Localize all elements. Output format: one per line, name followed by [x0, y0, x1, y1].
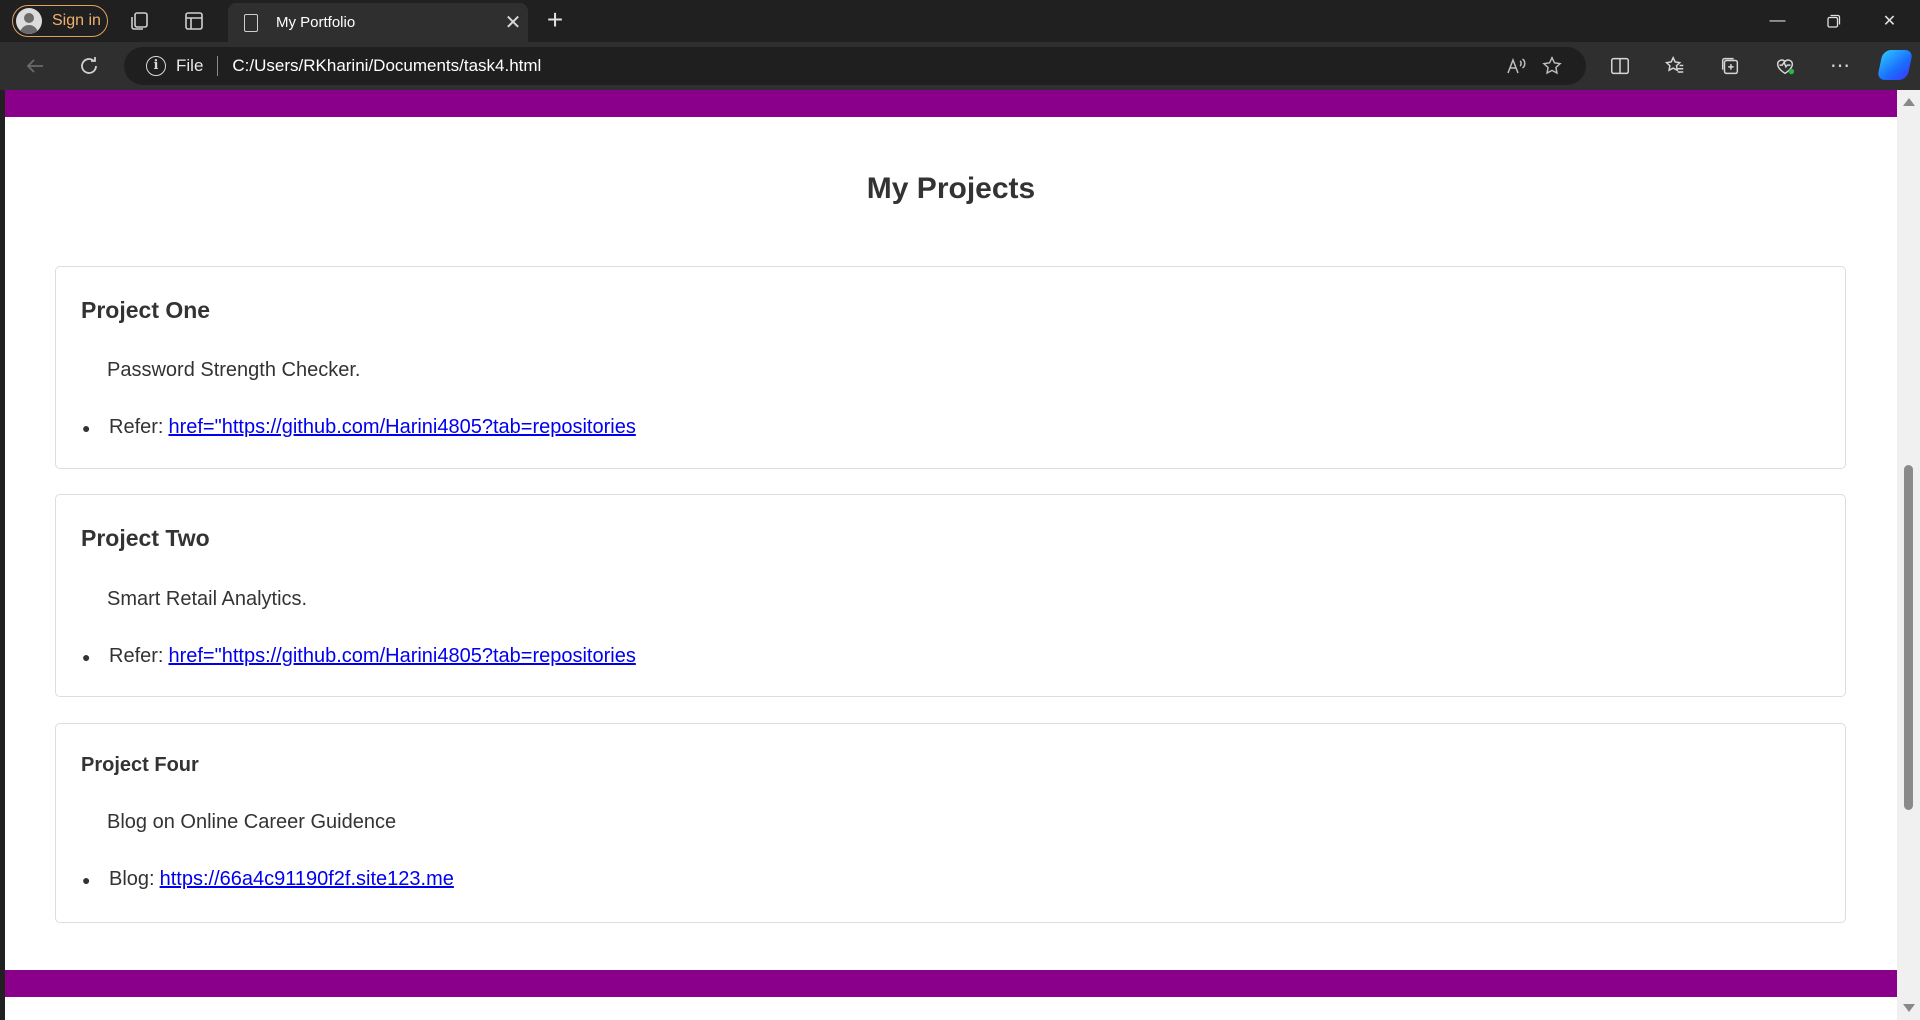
close-window-button[interactable]: ✕	[1862, 0, 1917, 42]
project-link[interactable]: href="https://github.com/Harini4805?tab=…	[168, 645, 635, 668]
tab-title: My Portfolio	[276, 14, 356, 31]
profile-avatar-icon	[16, 8, 42, 34]
site-info-icon[interactable]: i	[146, 56, 166, 76]
link-prefix: Refer:	[109, 416, 164, 438]
minimize-button[interactable]: —	[1750, 0, 1805, 42]
project-description: Blog on Online Career Guidence	[107, 811, 397, 833]
address-separator	[217, 56, 219, 76]
bullet-icon: ●	[82, 649, 91, 665]
header-accent-bar	[5, 90, 1897, 117]
scrollbar-thumb[interactable]	[1904, 465, 1913, 810]
project-description: Password Strength Checker.	[107, 359, 361, 381]
project-link-item: ● Refer: href="https://github.com/Harini…	[82, 645, 636, 668]
project-title: Project One	[81, 297, 211, 323]
browser-essentials-icon[interactable]	[1770, 52, 1800, 80]
copilot-icon[interactable]	[1876, 50, 1914, 80]
link-prefix: Blog:	[109, 868, 155, 890]
footer-accent-bar	[5, 970, 1897, 997]
page-viewport: My Projects Project One Password Strengt…	[0, 90, 1920, 1020]
browser-title-bar: Sign in My Portfolio ✕ + — ✕	[0, 0, 1920, 42]
close-tab-icon[interactable]: ✕	[498, 10, 528, 35]
sign-in-button[interactable]: Sign in	[12, 5, 108, 37]
bullet-icon: ●	[82, 872, 91, 888]
project-title: Project Two	[81, 525, 210, 551]
back-button[interactable]	[20, 52, 50, 80]
collections-icon[interactable]	[1715, 52, 1745, 80]
split-screen-icon[interactable]	[1605, 52, 1635, 80]
project-description: Smart Retail Analytics.	[107, 588, 308, 610]
link-prefix: Refer:	[109, 645, 164, 667]
project-title: Project Four	[81, 754, 199, 776]
more-options-icon[interactable]: ⋯	[1825, 52, 1855, 80]
vertical-scrollbar[interactable]	[1897, 90, 1920, 1020]
section-heading: My Projects	[866, 172, 1036, 205]
tab-my-portfolio[interactable]: My Portfolio ✕	[228, 3, 528, 42]
workspaces-icon[interactable]	[128, 9, 152, 33]
url-text[interactable]: C:/Users/RKharini/Documents/task4.html	[232, 56, 1498, 76]
project-card: Project Two Smart Retail Analytics. ● Re…	[55, 494, 1846, 697]
new-tab-button[interactable]: +	[540, 6, 570, 36]
scroll-up-arrow-icon[interactable]	[1903, 98, 1915, 106]
page-content: My Projects Project One Password Strengt…	[5, 90, 1897, 1020]
project-card: Project One Password Strength Checker. ●…	[55, 266, 1846, 469]
project-link-item: ● Blog: https://66a4c91190f2f.site123.me	[82, 868, 454, 891]
read-aloud-icon[interactable]	[1498, 55, 1534, 77]
address-bar[interactable]: i File C:/Users/RKharini/Documents/task4…	[124, 47, 1586, 85]
browser-toolbar: i File C:/Users/RKharini/Documents/task4…	[0, 42, 1920, 90]
favorites-icon[interactable]	[1660, 52, 1690, 80]
favorite-star-icon[interactable]	[1534, 55, 1570, 77]
project-link-item: ● Refer: href="https://github.com/Harini…	[82, 416, 636, 439]
refresh-button[interactable]	[74, 52, 104, 80]
file-icon	[244, 13, 258, 32]
scroll-down-arrow-icon[interactable]	[1903, 1004, 1915, 1012]
project-link[interactable]: https://66a4c91190f2f.site123.me	[160, 868, 454, 891]
tab-actions-icon[interactable]	[182, 9, 206, 33]
bullet-icon: ●	[82, 420, 91, 436]
project-card: Project Four Blog on Online Career Guide…	[55, 723, 1846, 923]
protocol-label: File	[176, 56, 204, 75]
project-link[interactable]: href="https://github.com/Harini4805?tab=…	[168, 416, 635, 439]
window-left-edge	[0, 90, 5, 1020]
sign-in-label: Sign in	[52, 12, 101, 29]
restore-button[interactable]	[1806, 0, 1861, 42]
